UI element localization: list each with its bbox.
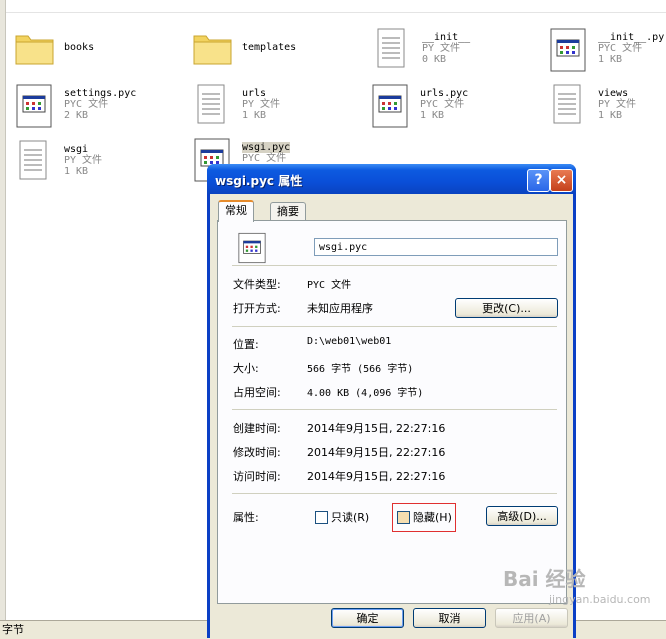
- watermark-url: jingyan.baidu.com: [549, 593, 651, 606]
- close-button[interactable]: ×: [550, 169, 573, 192]
- readonly-checkbox[interactable]: [315, 511, 328, 524]
- size-value: 566 字节 (566 字节): [307, 364, 414, 375]
- disk-size-value: 4.00 KB (4,096 字节): [307, 388, 424, 399]
- file-size: 0 KB: [422, 54, 447, 65]
- file-size: 1 KB: [64, 166, 89, 177]
- file-type: PY 文件: [422, 43, 461, 54]
- separator: [232, 409, 557, 410]
- size-label: 大小:: [233, 362, 259, 375]
- modified-label: 修改时间:: [233, 446, 281, 459]
- file-type: PYC 文件: [242, 153, 287, 164]
- attributes-label: 属性:: [233, 511, 259, 524]
- file-name: __init__.py: [598, 32, 665, 43]
- file-item-views[interactable]: views PY 文件 1 KB: [548, 82, 636, 126]
- dialog-titlebar[interactable]: wsgi.pyc 属性 ? ×: [207, 164, 576, 194]
- accessed-value: 2014年9月15日, 22:27:16: [307, 470, 446, 483]
- py-file-icon: [548, 82, 592, 126]
- separator: [232, 326, 557, 327]
- status-text: 字节: [2, 623, 24, 636]
- modified-value: 2014年9月15日, 22:27:16: [307, 446, 446, 459]
- tab-general[interactable]: 常规: [218, 200, 254, 222]
- change-button[interactable]: 更改(C)...: [455, 298, 558, 318]
- file-item-urls-pyc[interactable]: urls.pyc PYC 文件 1 KB: [370, 82, 469, 128]
- location-label: 位置:: [233, 338, 259, 351]
- file-name: urls: [242, 88, 267, 99]
- py-file-icon: [372, 26, 416, 70]
- separator: [232, 265, 557, 266]
- baidu-watermark: Bai 经验 jingyan.baidu.com: [503, 563, 663, 613]
- created-label: 创建时间:: [233, 422, 281, 435]
- file-size: 1 KB: [598, 54, 623, 65]
- tab-panel-general: wsgi.pyc 文件类型: PYC 文件 打开方式: 未知应用程序 更改(C)…: [217, 220, 567, 604]
- pyc-file-icon: [14, 82, 58, 128]
- explorer-top-edge: [0, 0, 666, 13]
- ok-button[interactable]: 确定: [331, 608, 404, 628]
- file-item-wsgi[interactable]: wsgi PY 文件 1 KB: [14, 138, 102, 182]
- readonly-label[interactable]: 只读(R): [331, 509, 369, 525]
- open-with-label: 打开方式:: [233, 302, 281, 315]
- location-value: D:\web01\web01: [307, 336, 392, 347]
- watermark-brand: Bai 经验: [503, 567, 586, 591]
- disk-size-label: 占用空间:: [233, 386, 281, 399]
- file-type: PYC 文件: [64, 99, 109, 110]
- file-type: PY 文件: [242, 99, 281, 110]
- separator: [232, 493, 557, 494]
- pyc-file-icon: [548, 26, 592, 72]
- file-size: 1 KB: [598, 110, 623, 121]
- file-type: PYC 文件: [598, 43, 643, 54]
- tab-summary[interactable]: 摘要: [270, 202, 306, 221]
- advanced-button[interactable]: 高级(D)...: [486, 506, 558, 526]
- file-name: __init__: [422, 32, 471, 43]
- file-item-templates[interactable]: templates: [192, 28, 296, 72]
- file-name: books: [64, 42, 95, 53]
- file-name: templates: [242, 42, 297, 53]
- file-name: wsgi: [64, 144, 89, 155]
- filename-input[interactable]: wsgi.pyc: [314, 238, 558, 256]
- file-size: 2 KB: [64, 110, 89, 121]
- file-type: PY 文件: [598, 99, 637, 110]
- file-name: views: [598, 88, 629, 99]
- hidden-label[interactable]: 隐藏(H): [413, 509, 452, 525]
- file-item-settings-pyc[interactable]: settings.pyc PYC 文件 2 KB: [14, 82, 137, 128]
- pyc-file-icon: [236, 231, 268, 268]
- dialog-title: wsgi.pyc 属性: [215, 174, 303, 188]
- pyc-file-icon: [370, 82, 414, 128]
- folder-icon: [192, 28, 236, 72]
- py-file-icon: [14, 138, 58, 182]
- file-item-books[interactable]: books: [14, 28, 94, 72]
- explorer-left-edge: [0, 0, 6, 620]
- file-name: wsgi.pyc: [242, 142, 291, 153]
- help-button[interactable]: ?: [527, 169, 550, 192]
- file-type-value: PYC 文件: [307, 280, 352, 291]
- py-file-icon: [192, 82, 236, 126]
- file-item-init-py[interactable]: __init__.py PYC 文件 1 KB: [548, 26, 665, 72]
- open-with-value: 未知应用程序: [307, 302, 373, 315]
- file-type: PYC 文件: [420, 99, 465, 110]
- file-name: settings.pyc: [64, 88, 137, 99]
- file-type: PY 文件: [64, 155, 103, 166]
- file-item-urls[interactable]: urls PY 文件 1 KB: [192, 82, 280, 126]
- accessed-label: 访问时间:: [233, 470, 281, 483]
- file-type-label: 文件类型:: [233, 278, 281, 291]
- cancel-button[interactable]: 取消: [413, 608, 486, 628]
- hidden-checkbox[interactable]: [397, 511, 410, 524]
- folder-icon: [14, 28, 58, 72]
- created-value: 2014年9月15日, 22:27:16: [307, 422, 446, 435]
- file-name: urls.pyc: [420, 88, 469, 99]
- file-size: 1 KB: [242, 110, 267, 121]
- file-size: 1 KB: [420, 110, 445, 121]
- file-item-init[interactable]: __init__ PY 文件 0 KB: [372, 26, 470, 70]
